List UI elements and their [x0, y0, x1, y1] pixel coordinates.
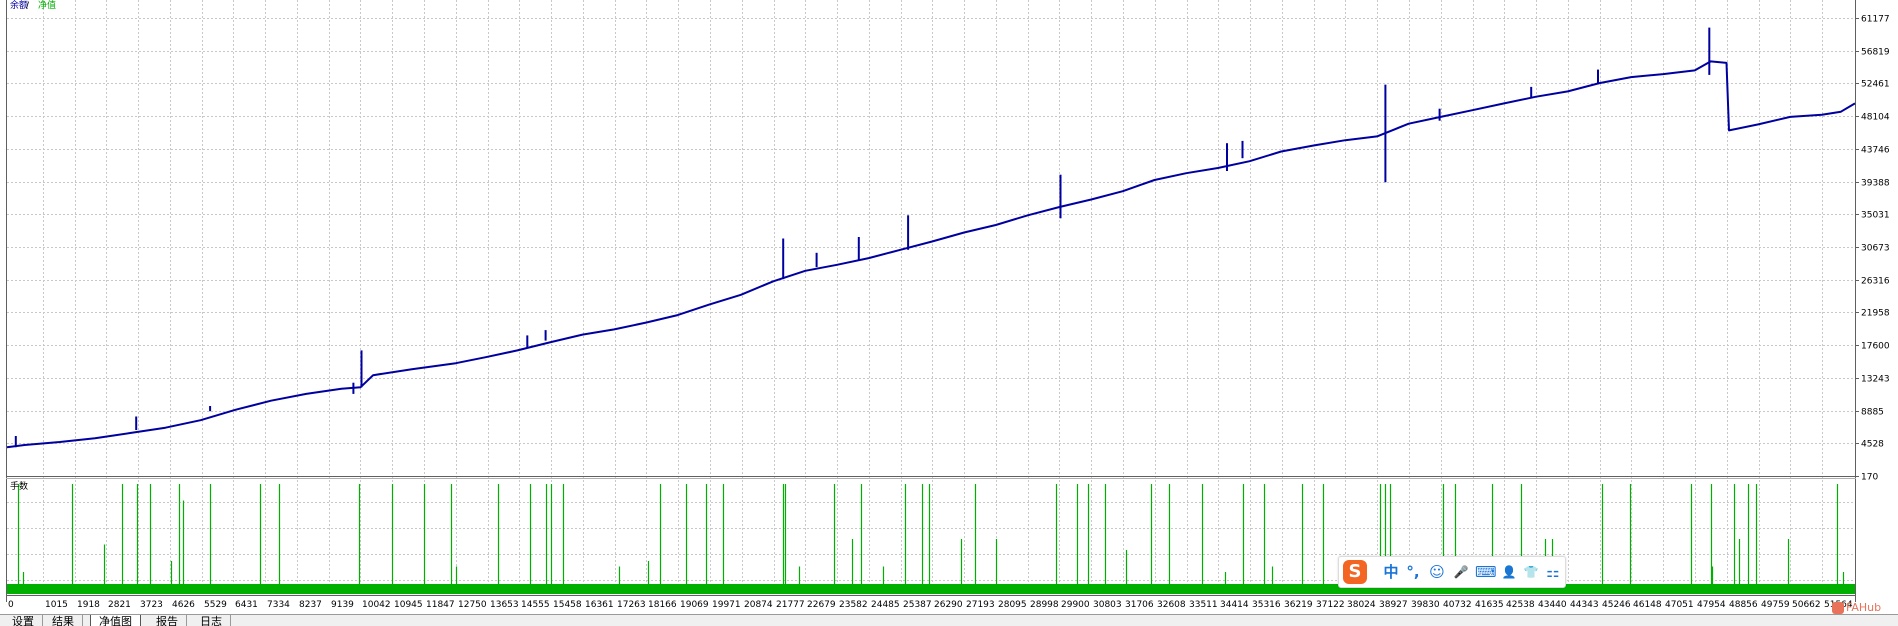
x-tick-label: 28998	[1030, 600, 1059, 610]
sogou-logo-icon[interactable]: S	[1343, 560, 1367, 584]
x-tick-label: 32608	[1157, 600, 1186, 610]
watermark: FAHub	[1832, 601, 1896, 615]
chinese-mode-icon[interactable]: 中	[1381, 562, 1401, 582]
microphone-icon[interactable]: 🎤	[1451, 562, 1471, 582]
x-tick-label: 40732	[1443, 600, 1472, 610]
x-tick-label: 4626	[172, 600, 195, 610]
x-tick-label: 35316	[1252, 600, 1281, 610]
x-tick-label: 26290	[934, 600, 963, 610]
x-axis-labels: 0 1015 1918 2821 3723 4626 5529 6431 7334 8237 913…	[8, 600, 1853, 610]
toolbox-icon[interactable]: ⚏	[1543, 562, 1563, 582]
ime-toolbar[interactable]: S 中 °, ☺ 🎤 ⌨ 👤 👕 ⚏	[1338, 556, 1566, 588]
y-tick-label: 21958	[1861, 309, 1890, 319]
y-tick-label: 4528	[1861, 440, 1884, 450]
x-tick-label: 49759	[1761, 600, 1790, 610]
x-tick-label: 2821	[108, 600, 131, 610]
x-tick-label: 47051	[1665, 600, 1694, 610]
y-tick-label: 56819	[1861, 48, 1890, 58]
x-tick-label: 12750	[458, 600, 487, 610]
y-tick-label: 61177	[1861, 15, 1890, 25]
equity-chart: 170 4528 8885 13243 17600 21958 26316 30673 3503…	[0, 0, 1898, 614]
y-tick-label: 39388	[1861, 179, 1890, 189]
x-tick-label: 21777	[776, 600, 805, 610]
chart-background	[0, 0, 1898, 614]
x-tick-label: 38024	[1347, 600, 1376, 610]
x-tick-label: 10945	[394, 600, 423, 610]
x-tick-label: 11847	[426, 600, 455, 610]
x-tick-label: 50662	[1792, 600, 1821, 610]
y-tick-label: 43746	[1861, 146, 1890, 156]
y-tick-label: 170	[1861, 473, 1878, 483]
x-tick-label: 27193	[966, 600, 995, 610]
tab-journal[interactable]: 日志	[192, 615, 231, 626]
x-tick-label: 34414	[1220, 600, 1249, 610]
y-tick-label: 35031	[1861, 211, 1890, 221]
punctuation-icon[interactable]: °,	[1403, 562, 1423, 582]
x-tick-label: 47954	[1697, 600, 1726, 610]
x-tick-label: 9139	[331, 600, 354, 610]
x-tick-label: 42538	[1506, 600, 1535, 610]
x-tick-label: 30803	[1093, 600, 1122, 610]
x-tick-label: 31706	[1125, 600, 1154, 610]
x-tick-label: 44343	[1570, 600, 1599, 610]
tab-results[interactable]: 结果	[44, 615, 83, 626]
tab-report[interactable]: 报告	[148, 615, 187, 626]
y-tick-label: 52461	[1861, 80, 1890, 90]
x-tick-label: 14555	[521, 600, 550, 610]
y-tick-label: 8885	[1861, 408, 1884, 418]
x-tick-label: 45246	[1602, 600, 1631, 610]
x-tick-label: 15458	[553, 600, 582, 610]
x-tick-label: 16361	[585, 600, 614, 610]
x-tick-label: 48856	[1729, 600, 1758, 610]
legend-equity: 净值	[38, 0, 56, 11]
y-tick-label: 17600	[1861, 342, 1890, 352]
x-tick-label: 43440	[1538, 600, 1567, 610]
volume-baseline-fill	[7, 584, 1855, 594]
x-tick-label: 6431	[235, 600, 258, 610]
x-tick-label: 13653	[490, 600, 519, 610]
x-tick-label: 33511	[1189, 600, 1218, 610]
x-tick-label: 28095	[998, 600, 1027, 610]
watermark-text: FAHub	[1846, 601, 1882, 614]
keyboard-icon[interactable]: ⌨	[1475, 562, 1497, 582]
x-tick-label: 10042	[362, 600, 391, 610]
x-tick-label: 20874	[744, 600, 773, 610]
x-tick-label: 39830	[1411, 600, 1440, 610]
x-tick-label: 8237	[299, 600, 322, 610]
x-tick-label: 37122	[1316, 600, 1345, 610]
tab-settings[interactable]: 设置	[4, 615, 43, 626]
x-tick-label: 22679	[807, 600, 836, 610]
x-tick-label: 7334	[267, 600, 290, 610]
x-tick-label: 5529	[204, 600, 227, 610]
x-tick-label: 24485	[871, 600, 900, 610]
tester-tab-bar: 设置 结果 净值图 报告 日志	[0, 614, 1898, 626]
skin-icon[interactable]: 👕	[1521, 562, 1541, 582]
x-tick-label: 29900	[1061, 600, 1090, 610]
x-tick-label: 38927	[1379, 600, 1408, 610]
y-tick-label: 26316	[1861, 277, 1890, 287]
x-tick-label: 17263	[617, 600, 646, 610]
watermark-logo-icon	[1832, 602, 1844, 614]
x-tick-label: 1015	[45, 600, 68, 610]
x-tick-label: 46148	[1633, 600, 1662, 610]
x-tick-label: 36219	[1284, 600, 1313, 610]
volume-panel-label: 手数	[10, 480, 28, 492]
x-tick-label: 41635	[1475, 600, 1504, 610]
x-tick-label: 3723	[140, 600, 163, 610]
x-tick-label: 19971	[712, 600, 741, 610]
y-tick-label: 13243	[1861, 375, 1890, 385]
emoji-icon[interactable]: ☺	[1427, 562, 1447, 582]
x-tick-label: 23582	[839, 600, 868, 610]
tab-equity-chart[interactable]: 净值图	[90, 615, 141, 626]
x-tick-label: 25387	[903, 600, 932, 610]
y-tick-label: 48104	[1861, 113, 1890, 123]
x-tick-label: 1918	[77, 600, 100, 610]
x-tick-label: 18166	[648, 600, 677, 610]
x-tick-label: 19069	[680, 600, 709, 610]
x-tick-label: 0	[8, 600, 14, 610]
user-icon[interactable]: 👤	[1499, 562, 1519, 582]
y-tick-label: 30673	[1861, 244, 1890, 254]
